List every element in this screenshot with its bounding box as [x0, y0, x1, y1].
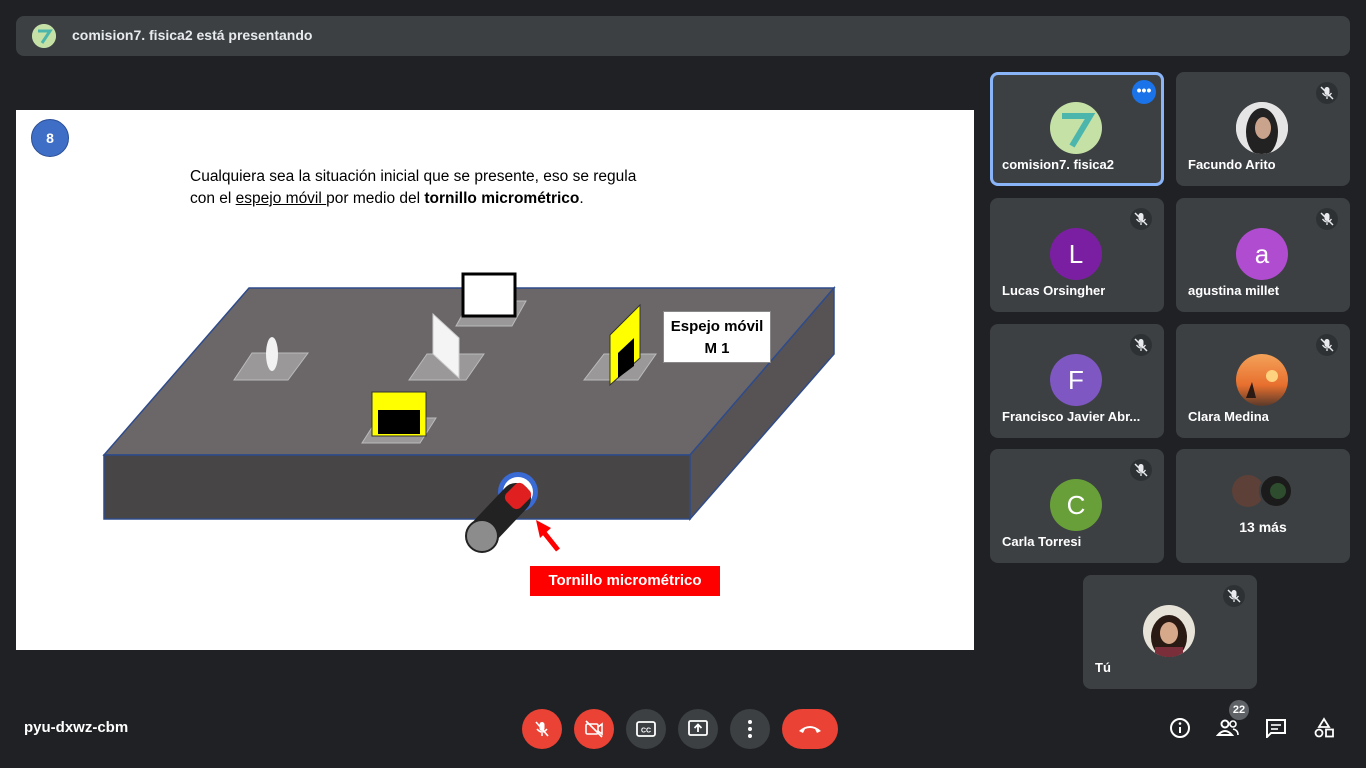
- activities-shapes-icon: [1314, 717, 1334, 738]
- participant-name: comision7. fisica2: [1002, 157, 1114, 172]
- participant-name: Clara Medina: [1188, 409, 1269, 424]
- more-options-button[interactable]: [730, 709, 770, 749]
- mic-off-icon: [1130, 208, 1152, 230]
- participant-tile[interactable]: L Lucas Orsingher: [990, 198, 1164, 312]
- participant-name: Francisco Javier Abr...: [1002, 409, 1141, 424]
- info-icon: [1170, 718, 1190, 738]
- mic-off-icon: [1130, 334, 1152, 356]
- leave-call-button[interactable]: [782, 709, 838, 749]
- screw-label: Tornillo micrométrico: [530, 566, 720, 596]
- mirror-label: Espejo móvil M 1: [663, 311, 771, 363]
- mic-off-icon: [1223, 585, 1245, 607]
- more-participants-tile[interactable]: 13 más: [1176, 449, 1350, 563]
- meeting-code: pyu-dxwz-cbm: [24, 719, 129, 736]
- presenting-text: comision7. fisica2 está presentando: [72, 27, 313, 43]
- participant-name: Facundo Arito: [1188, 157, 1276, 172]
- avatar: C: [1050, 479, 1102, 531]
- people-count-badge: 22: [1229, 700, 1249, 720]
- participant-name: agustina millet: [1188, 283, 1280, 298]
- mini-avatars: [1232, 474, 1293, 508]
- chat-icon: [1266, 719, 1286, 738]
- chat-button[interactable]: [1260, 712, 1292, 744]
- svg-text:CC: CC: [641, 728, 651, 735]
- avatar: [1050, 102, 1102, 154]
- shared-slide: 8 Cualquiera sea la situación inicial qu…: [16, 110, 974, 650]
- caption-bold: tornillo micrométrico: [424, 190, 580, 207]
- slide-caption: Cualquiera sea la situación inicial que …: [190, 166, 690, 210]
- avatar: L: [1050, 228, 1102, 280]
- participant-tile[interactable]: Clara Medina: [1176, 324, 1350, 438]
- participant-name: Carla Torresi: [1002, 534, 1082, 549]
- avatar: F: [1050, 354, 1102, 406]
- avatar: [1236, 354, 1288, 406]
- slide-number-badge: 8: [31, 119, 69, 157]
- camera-off-icon: [585, 720, 603, 738]
- mirror-label-line1: Espejo móvil: [670, 318, 764, 335]
- avatar: a: [1236, 228, 1288, 280]
- present-screen-icon: [688, 720, 708, 736]
- participant-tile[interactable]: C Carla Torresi: [990, 449, 1164, 563]
- participant-tile[interactable]: a agustina millet: [1176, 198, 1350, 312]
- mic-off-icon: [1316, 82, 1338, 104]
- caption-middle: por medio del: [326, 190, 425, 207]
- caption-line-1: Cualquiera sea la situación inicial que …: [190, 168, 637, 185]
- mic-off-icon: [535, 721, 549, 737]
- mic-off-icon: [1316, 208, 1338, 230]
- participant-name: Lucas Orsingher: [1002, 283, 1106, 298]
- mirror-label-line2: M 1: [704, 340, 730, 357]
- avatar: [1236, 102, 1288, 154]
- mic-toggle-button[interactable]: [522, 709, 562, 749]
- participant-tile[interactable]: Facundo Arito: [1176, 72, 1350, 186]
- presenter-avatar: [32, 24, 56, 48]
- camera-toggle-button[interactable]: [574, 709, 614, 749]
- activities-button[interactable]: [1308, 712, 1340, 744]
- caption-suffix: .: [579, 190, 584, 207]
- meeting-info-button[interactable]: [1164, 712, 1196, 744]
- participant-tile[interactable]: F Francisco Javier Abr...: [990, 324, 1164, 438]
- self-tile[interactable]: Tú: [1083, 575, 1257, 689]
- presenting-banner: comision7. fisica2 está presentando: [16, 16, 1350, 56]
- avatar: [1143, 605, 1195, 657]
- more-participants-count: 13 más: [1239, 519, 1287, 535]
- more-vert-icon: [748, 720, 752, 738]
- mic-off-icon: [1130, 459, 1152, 481]
- participant-name: Tú: [1095, 660, 1111, 675]
- participant-tile[interactable]: ••• comision7. fisica2: [990, 72, 1164, 186]
- caption-underlined: espejo móvil: [235, 190, 327, 207]
- caption-prefix: con el: [190, 190, 236, 207]
- present-button[interactable]: [678, 709, 718, 749]
- more-options-icon[interactable]: •••: [1132, 80, 1156, 104]
- people-icon: [1216, 719, 1239, 736]
- captions-button[interactable]: CC: [626, 709, 666, 749]
- hang-up-icon: [799, 726, 821, 733]
- mic-off-icon: [1316, 334, 1338, 356]
- caption-line-2: con el espejo móvil por medio del tornil…: [190, 188, 690, 210]
- closed-captions-icon: CC: [636, 721, 656, 737]
